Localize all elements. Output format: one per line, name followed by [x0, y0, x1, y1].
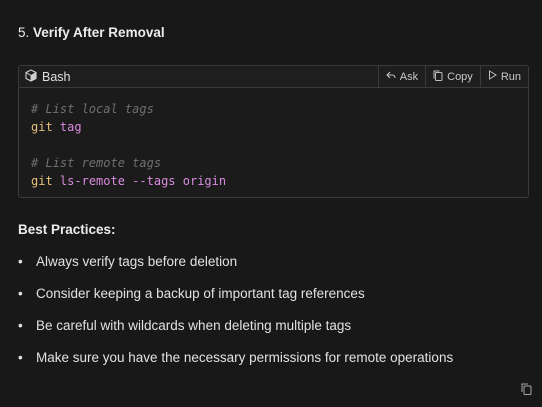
bullet: •: [18, 350, 23, 365]
list-item-text: Be careful with wildcards when deleting …: [36, 318, 352, 333]
code-language-label: Bash: [42, 69, 71, 84]
section-title: Verify After Removal: [33, 25, 165, 40]
list-item: • Make sure you have the necessary permi…: [18, 349, 453, 381]
code-body[interactable]: # List local tags git tag # List remote …: [19, 88, 528, 190]
reply-icon: [386, 70, 400, 83]
section-number: 5.: [18, 25, 30, 40]
run-label: Run: [500, 70, 521, 83]
list-item: • Always verify tags before deletion: [18, 253, 453, 285]
ask-button[interactable]: Ask: [377, 66, 425, 87]
code-line: git ls-remote --tags origin: [31, 172, 528, 190]
play-icon: [488, 70, 501, 83]
code-arguments: tag: [59, 120, 82, 134]
copy-icon: [433, 70, 447, 84]
code-language: Bash: [19, 68, 378, 85]
code-line: # List remote tags: [31, 154, 528, 172]
run-button[interactable]: Run: [479, 66, 528, 87]
code-comment: # List remote tags: [31, 156, 162, 170]
code-command: git: [31, 120, 53, 134]
code-arguments: ls-remote --tags origin: [59, 174, 227, 188]
ask-label: Ask: [399, 70, 419, 83]
code-command: git: [31, 174, 53, 188]
best-practices-list: • Always verify tags before deletion • C…: [18, 253, 453, 381]
code-comment: # List local tags: [31, 102, 154, 116]
list-item: • Consider keeping a backup of important…: [18, 285, 453, 317]
copy-label: Copy: [447, 70, 473, 83]
code-block-header: Bash Ask Copy Run: [19, 66, 528, 88]
bullet: •: [18, 318, 23, 333]
list-item-text: Make sure you have the necessary permiss…: [36, 350, 454, 365]
code-block: Bash Ask Copy Run # List local tags git …: [18, 65, 529, 198]
code-line: git tag: [31, 118, 528, 136]
code-line: # List local tags: [31, 100, 528, 118]
cube-icon: [25, 68, 37, 85]
copy-icon: [521, 382, 532, 399]
list-item: • Be careful with wildcards when deletin…: [18, 317, 453, 349]
bullet: •: [18, 254, 23, 269]
list-item-text: Always verify tags before deletion: [36, 254, 238, 269]
bullet: •: [18, 286, 23, 301]
copy-button[interactable]: Copy: [425, 66, 480, 87]
list-item-text: Consider keeping a backup of important t…: [36, 286, 365, 301]
section-heading: 5. Verify After Removal: [18, 25, 165, 40]
copy-message-button[interactable]: [521, 382, 532, 400]
best-practices-title: Best Practices:: [18, 222, 116, 237]
